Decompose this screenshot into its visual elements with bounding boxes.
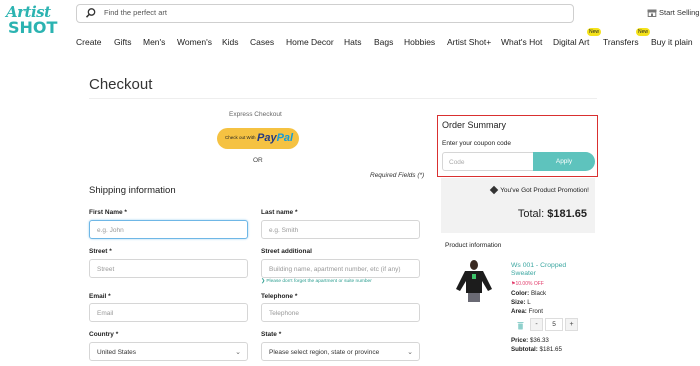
nav-gifts[interactable]: Gifts [114,37,131,47]
subtotal-value: $181.65 [539,346,562,353]
start-selling-link[interactable]: Start Selling [647,8,700,18]
coupon-label: Enter your coupon code [442,140,512,147]
street-note-text: Please don't forget the apartment or sui… [266,279,372,284]
coupon-input[interactable]: Code [442,152,534,171]
paypal-pay: Pay [257,132,277,144]
paypal-logo: PayPal [257,132,293,144]
paypal-button[interactable]: Check out With PayPal [217,128,299,149]
price-label: Price: [511,337,529,344]
product-name-link[interactable]: Ws 001 - Cropped Sweater [511,262,591,278]
promotion-box: You've Got Product Promotion! Total: $18… [441,178,595,233]
new-badge: New [587,28,602,36]
state-value: Please select region, state or province [269,349,380,356]
color-value: Black [530,290,547,297]
paypal-pal: Pal [276,132,294,144]
street-label: Street * [89,248,112,255]
store-icon [647,9,657,18]
product-area: Area: Front [511,308,543,315]
page-title: Checkout [89,76,153,93]
country-select[interactable]: United States ⌄ [89,342,248,361]
nav-hats[interactable]: Hats [344,37,361,47]
color-label: Color: [511,290,530,297]
product-color: Color: Black [511,290,546,297]
nav-artist-shot-plus[interactable]: Artist Shot+ [447,37,491,47]
subtotal-label: Subtotal: [511,346,538,353]
promotion-label: You've Got Product Promotion! [500,187,589,194]
nav-bags[interactable]: Bags [374,37,393,47]
total-value: $181.65 [547,208,587,220]
quantity-input[interactable]: 5 [545,318,563,331]
logo[interactable]: Artist SHOT [6,3,58,39]
product-size: Size: L [511,299,531,306]
new-badge: New [636,28,651,36]
product-price: Price: $36.33 [511,337,549,344]
express-checkout-label: Express Checkout [229,111,282,118]
or-separator: OR [253,157,263,164]
search-placeholder: Find the perfect art [104,8,167,17]
nav-transfers[interactable]: Transfers [603,37,639,47]
paypal-small-text: Check out With [225,135,256,140]
first-name-field[interactable]: e.g. John [89,220,248,239]
state-label: State * [261,331,282,338]
telephone-field[interactable]: Telephone [261,303,420,322]
nav-hobbies[interactable]: Hobbies [404,37,435,47]
size-value: L [527,299,531,306]
street-additional-field[interactable]: Building name, apartment number, etc (if… [261,259,420,278]
chevron-down-icon: ⌄ [235,349,241,356]
nav-create[interactable]: Create [76,37,102,47]
qty-increase-button[interactable]: + [565,318,578,331]
search-icon [85,8,96,18]
nav-womens[interactable]: Women's [177,37,212,47]
required-fields-note: Required Fields (*) [370,172,425,179]
order-summary-title: Order Summary [442,120,507,130]
telephone-label: Telephone * [261,293,298,300]
divider [89,98,597,99]
qty-decrease-button[interactable]: - [530,318,543,331]
discount-badge: ⚑10.00% OFF [511,281,544,287]
search-input[interactable]: Find the perfect art [76,4,574,23]
apply-button[interactable]: Apply [533,152,595,171]
nav-buy-it-plain[interactable]: Buy it plain [651,37,693,47]
last-name-field[interactable]: e.g. Smith [261,220,420,239]
product-info-label: Product information [445,242,502,249]
discount-text: 10.00% OFF [515,281,544,287]
trash-icon[interactable] [517,321,524,330]
area-value: Front [528,308,544,315]
size-label: Size: [511,299,526,306]
product-image [456,260,492,302]
street-additional-label: Street additional [261,248,312,255]
area-label: Area: [511,308,527,315]
order-total: Total: $181.65 [518,208,587,220]
email-label: Email * [89,293,111,300]
logo-text-bottom: SHOT [8,18,58,37]
total-label: Total: [517,208,545,220]
country-label: Country * [89,331,119,338]
promotion-text: You've Got Product Promotion! [489,186,589,195]
nav-whats-hot[interactable]: What's Hot [501,37,542,47]
order-summary-panel: Order Summary Enter your coupon code Cod… [437,115,598,177]
price-value: $36.33 [529,337,549,344]
nav-digital-art[interactable]: Digital Art [553,37,589,47]
last-name-label: Last name * [261,209,298,216]
first-name-label: First Name * [89,209,127,216]
state-select[interactable]: Please select region, state or province … [261,342,420,361]
start-selling-label: Start Selling [659,8,700,17]
shipping-title: Shipping information [89,185,176,196]
chevron-down-icon: ⌄ [407,349,413,356]
street-note: ❯ Please don't forget the apartment or s… [261,279,372,284]
street-field[interactable]: Street [89,259,248,278]
email-field[interactable]: Email [89,303,248,322]
country-value: United States [97,349,137,356]
nav-home-decor[interactable]: Home Decor [286,37,334,47]
nav-mens[interactable]: Men's [143,37,165,47]
nav-cases[interactable]: Cases [250,37,274,47]
tag-icon [489,186,499,195]
product-subtotal: Subtotal: $181.65 [511,346,562,353]
nav-kids[interactable]: Kids [222,37,239,47]
